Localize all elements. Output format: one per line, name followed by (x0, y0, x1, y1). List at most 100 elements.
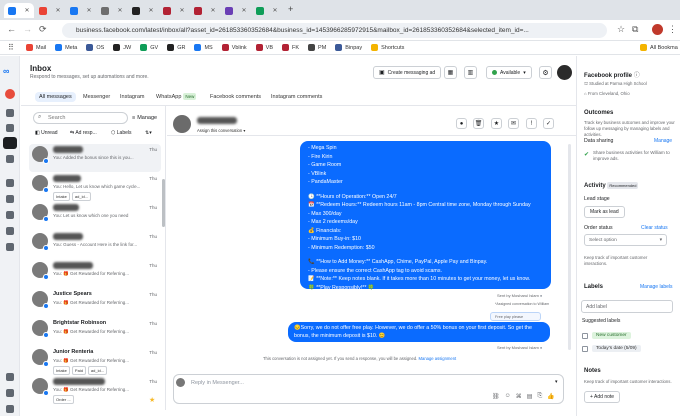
search-nav-icon[interactable] (6, 373, 14, 381)
url-field[interactable]: business.facebook.com/latest/inbox/all?a… (62, 23, 607, 38)
create-messaging-ad-button[interactable]: ▣ Create messaging ad (373, 66, 442, 79)
conversation-item[interactable]: You: Hello, Let us know which game cycle… (29, 173, 161, 201)
bookmark-item[interactable]: VB (255, 44, 273, 51)
page-avatar[interactable] (5, 89, 15, 99)
browser-tab[interactable]: ✕ (66, 3, 96, 18)
tag-icon[interactable]: ⌘ (516, 393, 522, 400)
bookmark-item[interactable]: FK (282, 44, 299, 51)
conversation-item[interactable]: You: Let us know which one you need Thu (29, 202, 161, 230)
inbox-icon[interactable] (3, 137, 17, 149)
emoji-icon[interactable]: ☺ (505, 393, 511, 400)
tab-facebook-comments[interactable]: Facebook comments (206, 92, 265, 102)
meta-logo-icon[interactable]: ∞ (3, 66, 9, 76)
add-note-button[interactable]: + Add note (584, 391, 621, 403)
conversation-item[interactable]: You: 🎁 Get Rewarded for Referring... Thu (29, 260, 161, 288)
bookmark-item[interactable]: Shortcuts (371, 44, 404, 51)
browser-tab[interactable]: ✕ (221, 3, 251, 18)
apps-icon[interactable]: ⠿ (8, 43, 16, 52)
close-icon[interactable]: ✕ (272, 7, 277, 14)
sort-icon[interactable]: ⇅▾ (145, 130, 152, 136)
audience-icon[interactable] (6, 243, 14, 251)
insights-button[interactable]: ▥ (464, 66, 477, 79)
bookmark-item[interactable]: Binpay (335, 44, 362, 51)
close-icon[interactable]: ✕ (55, 7, 60, 14)
browser-tab[interactable]: ✕ (128, 3, 158, 18)
clear-status-link[interactable]: Clear status (641, 225, 668, 231)
conversation-item[interactable]: You: Added the bonus since this is you..… (29, 144, 161, 172)
add-label-input[interactable]: Add label (581, 300, 673, 313)
order-status-select[interactable]: Select option ▾ (584, 234, 667, 246)
tab-instagram[interactable]: Instagram (116, 92, 148, 102)
close-icon[interactable]: ✕ (210, 7, 215, 14)
attach-icon[interactable]: ⛓ (492, 393, 500, 400)
browser-tab[interactable]: ✕ (190, 3, 220, 18)
mark-as-lead-button[interactable]: Mark as lead (584, 206, 625, 218)
insights-icon[interactable] (6, 179, 14, 187)
conversation-item[interactable]: You: Guess - Account Here is the link fo… (29, 231, 161, 259)
data-sharing-manage-link[interactable]: Manage (654, 138, 672, 144)
star-button[interactable]: ★ (491, 118, 502, 129)
mark-unread-button[interactable]: ✉ (508, 118, 519, 129)
filter-labels[interactable]: ⬡ Labels (111, 130, 132, 136)
assign-conversation[interactable]: Assign this conversation ▾ (197, 128, 245, 133)
planner-icon[interactable] (6, 195, 14, 203)
info-button[interactable]: ● (456, 118, 467, 129)
bookmark-item[interactable]: JW (113, 44, 131, 51)
forward-icon[interactable]: → (23, 24, 32, 34)
manage-assignment-link[interactable]: Manage assignment (419, 356, 457, 361)
star-icon[interactable]: ☆ (617, 24, 625, 35)
bookmark-item[interactable]: PM (308, 44, 326, 51)
extensions-icon[interactable]: ⧉ (632, 24, 638, 35)
bookmark-item[interactable]: GR (167, 44, 185, 51)
filter-ad-responses[interactable]: ⇆ Ad resp... (70, 130, 97, 136)
profile-avatar[interactable] (652, 24, 663, 35)
spam-button[interactable]: ! (526, 118, 537, 129)
close-icon[interactable]: ✕ (24, 7, 29, 14)
tab-whatsapp[interactable]: WhatsApp New (152, 92, 200, 102)
tab-instagram-comments[interactable]: Instagram comments (267, 92, 326, 102)
monetization-icon[interactable] (6, 227, 14, 235)
label-new-customer[interactable]: New customer (592, 332, 631, 339)
chevron-down-icon[interactable]: ▾ (555, 379, 558, 385)
contact-avatar[interactable] (173, 115, 191, 133)
reply-input[interactable]: Reply in Messenger... (191, 380, 244, 386)
bookmark-item[interactable]: Meta (55, 44, 77, 51)
availability-dropdown[interactable]: Available ▾ (486, 66, 532, 79)
conversation-item[interactable]: Junior Renteria You: 🎁 Get Rewarded for R… (29, 347, 161, 375)
browser-tab[interactable]: ✕ (159, 3, 189, 18)
bookmark-item[interactable]: OS (86, 44, 104, 51)
chat-scrollbar[interactable] (568, 144, 571, 350)
search-input[interactable]: Search (33, 112, 128, 124)
label-checkbox[interactable] (582, 346, 588, 352)
browser-tab[interactable]: ✕ (35, 3, 65, 18)
filter-unread[interactable]: ◧ Unread (35, 130, 58, 136)
delete-button[interactable]: 🗑 (473, 118, 484, 129)
menu-icon[interactable]: ⋮ (668, 24, 677, 35)
sticker-icon[interactable]: ⎘ (537, 393, 542, 400)
reload-icon[interactable]: ⟳ (39, 24, 47, 35)
gif-icon[interactable]: ▤ (527, 393, 533, 400)
close-icon[interactable]: ✕ (117, 7, 122, 14)
label-checkbox[interactable] (582, 333, 588, 339)
new-tab-button[interactable]: + (288, 4, 293, 14)
profile-avatar[interactable] (557, 65, 572, 80)
settings-icon[interactable] (6, 389, 14, 397)
ads-icon[interactable] (6, 211, 14, 219)
browser-tab[interactable]: ✕ (97, 3, 127, 18)
bookmark-item[interactable]: Mail (26, 44, 46, 51)
star-icon[interactable]: ★ (149, 396, 155, 404)
back-icon[interactable]: ← (7, 24, 16, 34)
scrollbar[interactable] (162, 179, 165, 227)
bookmark-item[interactable]: MS (194, 44, 213, 51)
close-icon[interactable]: ✕ (241, 7, 246, 14)
bookmark-item[interactable]: GV (140, 44, 158, 51)
label-todays-date[interactable]: Today's date (5/09) (592, 345, 641, 352)
conversation-item[interactable]: Justice Spears You: 🎁 Get Rewarded for Re… (29, 289, 161, 317)
home-icon[interactable] (6, 109, 14, 117)
close-icon[interactable]: ✕ (86, 7, 91, 14)
content-icon[interactable] (6, 155, 14, 163)
browser-tab[interactable]: ✕ (252, 3, 282, 18)
all-bookmarks[interactable]: All Bookma (640, 44, 678, 51)
bookmark-item[interactable]: Vblink (221, 44, 247, 51)
manage-button[interactable]: ≡ Manage (132, 115, 157, 121)
